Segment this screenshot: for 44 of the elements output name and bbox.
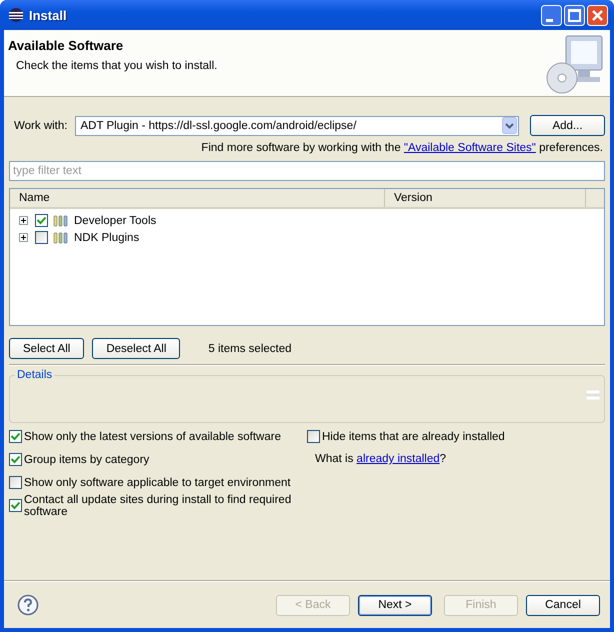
expand-icon[interactable]: [19, 216, 28, 225]
available-software-sites-link[interactable]: "Available Software Sites": [404, 142, 536, 154]
page-title: Available Software: [8, 38, 124, 53]
sites-hint: Find more software by working with the "Available Software Sites" preferences.: [201, 142, 603, 154]
checkbox[interactable]: [35, 214, 48, 227]
row-name: NDK Plugins: [74, 232, 140, 244]
option-label: Contact all update sites during install to find required software: [24, 494, 292, 518]
category-icon: [53, 214, 69, 226]
checkbox[interactable]: [9, 430, 22, 443]
row-name: Developer Tools: [74, 214, 156, 226]
window-title: Install: [29, 8, 67, 22]
wizard-button[interactable]: Next >: [358, 594, 432, 616]
deselect-all-button[interactable]: Deselect All: [92, 338, 180, 359]
work-with-combo[interactable]: ADT Plugin - https://dl-ssl.google.com/android/eclipse/: [75, 116, 519, 136]
close-icon[interactable]: [587, 4, 608, 26]
column-header[interactable]: Version: [385, 189, 586, 207]
work-with-label: Work with:: [13, 120, 68, 132]
column-header[interactable]: Name: [10, 189, 385, 207]
checkbox[interactable]: [9, 499, 22, 512]
checkbox[interactable]: [307, 430, 320, 443]
option-label: Hide items that are already installed: [322, 430, 505, 442]
wizard-button[interactable]: Cancel: [526, 594, 600, 616]
page-description: Check the items that you wish to install.: [15, 60, 218, 72]
add-button[interactable]: Add...: [530, 115, 605, 136]
checkbox[interactable]: [9, 476, 22, 489]
minimize-icon[interactable]: [541, 4, 562, 26]
option-label: Show only software applicable to target environment: [24, 476, 291, 488]
selection-count: 5 items selected: [208, 342, 292, 354]
checkbox[interactable]: [35, 231, 48, 244]
category-icon: [53, 232, 69, 244]
dropdown-icon[interactable]: [502, 117, 517, 134]
expand-icon[interactable]: [19, 233, 28, 242]
option-label: Group items by category: [24, 454, 150, 466]
filter-field[interactable]: type filter text: [9, 161, 605, 181]
eclipse-icon: [8, 7, 24, 23]
already-installed-link[interactable]: already installed: [356, 453, 440, 465]
help-icon[interactable]: [17, 594, 39, 616]
select-all-button[interactable]: Select All: [9, 338, 84, 359]
resize-handle-icon[interactable]: [586, 390, 600, 400]
what-is-installed-text: What is already installed?: [314, 453, 448, 465]
details-label: Details: [15, 369, 54, 381]
maximize-icon[interactable]: [564, 4, 585, 26]
checkbox[interactable]: [9, 453, 22, 466]
option-label: Show only the latest versions of available software: [24, 430, 281, 442]
